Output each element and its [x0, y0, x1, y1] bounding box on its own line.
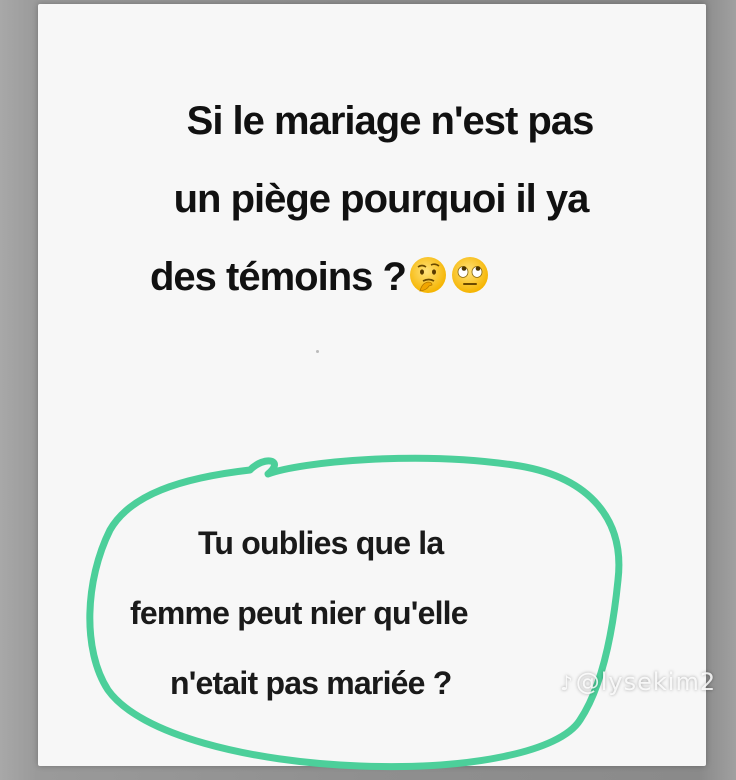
answer-text: Tu oublies que la femme peut nier qu'ell…: [130, 508, 610, 718]
rolling-eyes-icon: [451, 257, 488, 294]
watermark-handle: @lysekim2: [575, 668, 717, 696]
tiktok-icon: ♪: [560, 671, 574, 695]
answer-line-3: n'etait pas mariée ?: [170, 665, 452, 701]
question-text: Si le mariage n'est pas un piège pourquo…: [38, 82, 706, 316]
watermark: ♪@lysekim2: [560, 668, 716, 696]
question-line-1: Si le mariage n'est pas: [186, 99, 595, 143]
question-line-3-text: des témoins ?: [150, 255, 407, 299]
answer-line-1: Tu oublies que la: [198, 525, 444, 561]
question-line-2: un piège pourquoi il ya: [173, 177, 590, 221]
answer-line-2: femme peut nier qu'elle: [130, 595, 469, 631]
question-line-3: des témoins ?: [38, 238, 706, 316]
speck: [316, 350, 319, 353]
thinking-face-icon: [409, 257, 446, 294]
